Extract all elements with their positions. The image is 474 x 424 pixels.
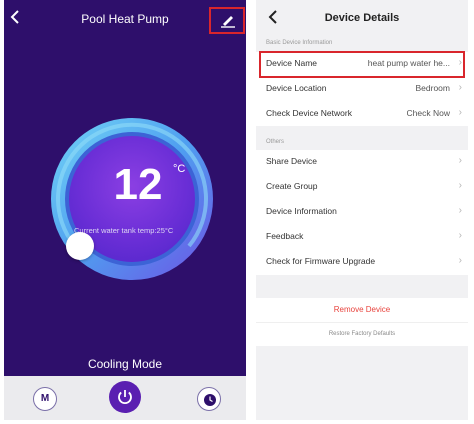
remove-device-button[interactable]: Remove Device bbox=[256, 298, 468, 322]
timer-button[interactable] bbox=[197, 387, 221, 411]
bottom-control-bar: M bbox=[4, 376, 246, 420]
clock-icon bbox=[204, 394, 216, 406]
chevron-right-icon: › bbox=[458, 107, 462, 118]
pencil-icon bbox=[221, 16, 235, 28]
temperature-unit: °C bbox=[173, 163, 186, 175]
page-title: Pool Heat Pump bbox=[81, 12, 169, 26]
row-feedback[interactable]: Feedback › bbox=[256, 225, 468, 249]
chevron-left-icon bbox=[10, 10, 19, 24]
section-label-others: Others bbox=[266, 139, 285, 145]
top-bar: Pool Heat Pump bbox=[4, 0, 246, 40]
chevron-right-icon: › bbox=[458, 230, 462, 241]
chevron-right-icon: › bbox=[458, 155, 462, 166]
row-label: Device Location bbox=[266, 83, 327, 93]
row-check-network[interactable]: Check Device Network Check Now › bbox=[256, 102, 468, 126]
row-firmware-upgrade[interactable]: Check for Firmware Upgrade › bbox=[256, 250, 468, 274]
power-button[interactable] bbox=[109, 381, 141, 413]
back-button[interactable] bbox=[268, 10, 288, 30]
back-button[interactable] bbox=[10, 10, 30, 30]
device-name-highlight bbox=[259, 51, 465, 78]
screenshot-composite: Pool Heat Pump 12 °C Current water tank … bbox=[0, 0, 474, 424]
row-label: Check Device Network bbox=[266, 108, 352, 118]
dial-handle[interactable] bbox=[66, 232, 94, 260]
device-details-screen: Device Details Basic Device Information … bbox=[256, 0, 468, 420]
remove-device-label: Remove Device bbox=[333, 305, 391, 314]
power-icon bbox=[118, 390, 132, 404]
row-label: Share Device bbox=[266, 156, 318, 166]
row-label: Create Group bbox=[266, 181, 318, 191]
restore-defaults-label: Restore Factory Defaults bbox=[328, 331, 396, 337]
chevron-right-icon: › bbox=[458, 180, 462, 191]
others-group: Share Device › Create Group › Device Inf… bbox=[256, 150, 468, 275]
row-create-group[interactable]: Create Group › bbox=[256, 175, 468, 199]
mode-button[interactable]: M bbox=[33, 387, 57, 411]
section-label-basic: Basic Device Information bbox=[266, 40, 333, 46]
temperature-value: 12 bbox=[113, 160, 163, 209]
restore-defaults-button[interactable]: Restore Factory Defaults bbox=[256, 322, 468, 346]
row-device-information[interactable]: Device Information › bbox=[256, 200, 468, 224]
row-label: Check for Firmware Upgrade bbox=[266, 256, 376, 266]
row-device-location[interactable]: Device Location Bedroom › bbox=[256, 77, 468, 101]
row-value: Check Now bbox=[406, 108, 450, 118]
row-value: Bedroom bbox=[415, 83, 451, 93]
chevron-right-icon: › bbox=[458, 205, 462, 216]
page-title: Device Details bbox=[324, 12, 400, 24]
tank-temperature-text: Current water tank temp:25°C bbox=[74, 226, 174, 235]
mode-label: Cooling Mode bbox=[87, 357, 163, 371]
heat-pump-screen: Pool Heat Pump 12 °C Current water tank … bbox=[4, 0, 246, 420]
row-label: Device Information bbox=[266, 206, 337, 216]
chevron-left-icon bbox=[268, 10, 277, 24]
row-label: Feedback bbox=[266, 231, 304, 241]
chevron-right-icon: › bbox=[458, 82, 462, 93]
edit-button[interactable] bbox=[209, 7, 245, 34]
chevron-right-icon: › bbox=[458, 255, 462, 266]
row-share-device[interactable]: Share Device › bbox=[256, 150, 468, 174]
